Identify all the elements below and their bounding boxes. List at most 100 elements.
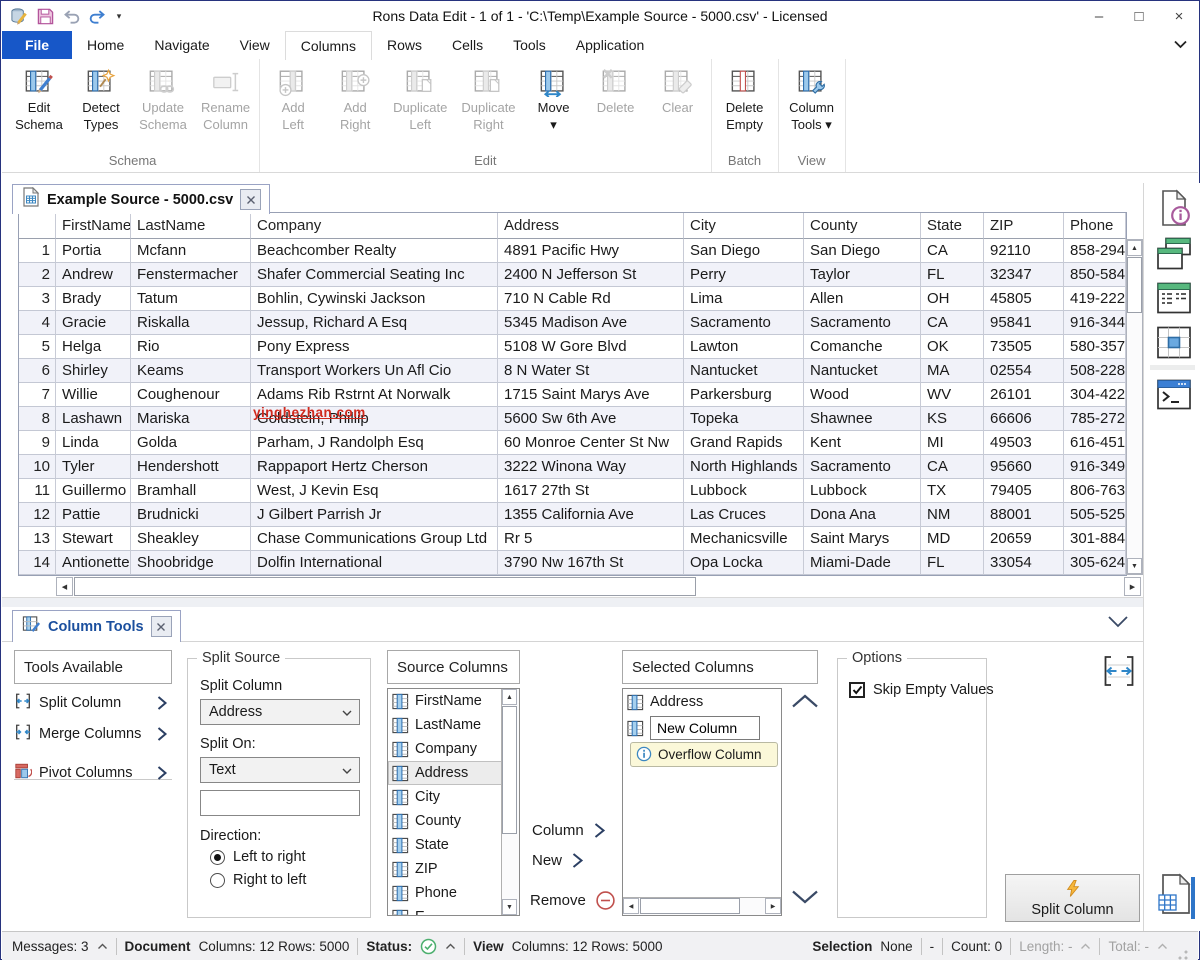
cell-state[interactable]: FL — [921, 551, 984, 575]
scroll-down-icon[interactable]: ▼ — [502, 899, 517, 915]
overflow-column-pill[interactable]: Overflow Column — [630, 742, 778, 767]
list-details-icon[interactable] — [1155, 279, 1193, 317]
row-number[interactable]: 13 — [19, 527, 56, 551]
cell-zip[interactable]: 20659 — [984, 527, 1064, 551]
cell-phone[interactable]: 580-357 — [1064, 335, 1126, 359]
tab-columns[interactable]: Columns — [285, 31, 372, 60]
cell-phone[interactable]: 785-272 — [1064, 407, 1126, 431]
source-column-item[interactable]: County — [388, 809, 519, 833]
column-header-address[interactable]: Address — [498, 213, 684, 239]
cell-state[interactable]: CA — [921, 239, 984, 263]
length-expand-icon[interactable] — [1080, 943, 1091, 950]
cell-phone[interactable]: 419-222 — [1064, 287, 1126, 311]
remove-button[interactable]: Remove — [530, 890, 616, 911]
cell-company[interactable]: Jessup, Richard A Esq — [251, 311, 498, 335]
cell-address[interactable]: 2400 N Jefferson St — [498, 263, 684, 287]
row-number[interactable]: 12 — [19, 503, 56, 527]
column-header-county[interactable]: County — [804, 213, 921, 239]
cell-address[interactable]: 4891 Pacific Hwy — [498, 239, 684, 263]
cell-county[interactable]: Wood — [804, 383, 921, 407]
cell-city[interactable]: Opa Locka — [684, 551, 804, 575]
column-tools-tab[interactable]: Column Tools — [12, 610, 181, 642]
cell-address[interactable]: 1715 Saint Marys Ave — [498, 383, 684, 407]
cell-phone[interactable]: 305-624 — [1064, 551, 1126, 575]
cell-address[interactable]: Rr 5 — [498, 527, 684, 551]
move-down-icon[interactable] — [790, 888, 820, 906]
cell-company[interactable]: Beachcomber Realty — [251, 239, 498, 263]
tab-tools[interactable]: Tools — [498, 31, 561, 59]
cell-firstname[interactable]: Linda — [56, 431, 131, 455]
cell-zip[interactable]: 45805 — [984, 287, 1064, 311]
cell-zip[interactable]: 26101 — [984, 383, 1064, 407]
cell-city[interactable]: North Highlands — [684, 455, 804, 479]
grid-horizontal-scrollbar[interactable]: ◀ ▶ — [19, 577, 1143, 597]
cell-lastname[interactable]: Coughenour — [131, 383, 251, 407]
new-column-item[interactable] — [623, 715, 781, 741]
scroll-right-icon[interactable]: ▶ — [1124, 577, 1141, 596]
cell-city[interactable]: Nantucket — [684, 359, 804, 383]
cell-company[interactable]: Chase Communications Group Ltd — [251, 527, 498, 551]
scroll-right-icon[interactable]: ▶ — [765, 898, 781, 914]
cell-lastname[interactable]: Golda — [131, 431, 251, 455]
split-column-button[interactable]: Split Column — [1005, 874, 1140, 922]
cell-firstname[interactable]: Stewart — [56, 527, 131, 551]
radio-left-to-right[interactable]: Left to right — [210, 849, 306, 865]
cell-state[interactable]: CA — [921, 455, 984, 479]
merge-columns-tool[interactable]: Merge Columns — [14, 721, 172, 747]
cell-state[interactable]: KS — [921, 407, 984, 431]
cell-county[interactable]: Sacramento — [804, 455, 921, 479]
redo-icon[interactable] — [87, 6, 107, 26]
cell-company[interactable]: Dolfin International — [251, 551, 498, 575]
cell-company[interactable]: Parham, J Randolph Esq — [251, 431, 498, 455]
row-number[interactable]: 10 — [19, 455, 56, 479]
cascade-windows-icon[interactable] — [1155, 235, 1193, 273]
cell-lastname[interactable]: Fenstermacher — [131, 263, 251, 287]
delete-empty-button[interactable]: Delete Empty — [714, 61, 776, 134]
source-column-item[interactable]: FirstName — [388, 689, 519, 713]
row-number[interactable]: 11 — [19, 479, 56, 503]
column-header-zip[interactable]: ZIP — [984, 213, 1064, 239]
cell-company[interactable]: Pony Express — [251, 335, 498, 359]
cell-company[interactable]: Rappaport Hertz Cherson — [251, 455, 498, 479]
cell-state[interactable]: TX — [921, 479, 984, 503]
resize-grip[interactable] — [1178, 950, 1188, 960]
column-tools-close-icon[interactable] — [151, 616, 172, 637]
move-button[interactable]: Move ▾ — [523, 61, 585, 134]
cell-city[interactable]: Sacramento — [684, 311, 804, 335]
source-list-scrollbar[interactable]: ▲ ▼ — [501, 689, 519, 915]
cell-lastname[interactable]: Brudnicki — [131, 503, 251, 527]
cell-city[interactable]: Lubbock — [684, 479, 804, 503]
cell-phone[interactable]: 505-525 — [1064, 503, 1126, 527]
cell-firstname[interactable]: Helga — [56, 335, 131, 359]
column-header-firstname[interactable]: FirstName — [56, 213, 131, 239]
cell-county[interactable]: Saint Marys — [804, 527, 921, 551]
column-header-lastname[interactable]: LastName — [131, 213, 251, 239]
cell-company[interactable]: J Gilbert Parrish Jr — [251, 503, 498, 527]
row-number[interactable]: 8 — [19, 407, 56, 431]
radio-right-to-left[interactable]: Right to left — [210, 872, 306, 888]
cell-lastname[interactable]: Rio — [131, 335, 251, 359]
cell-county[interactable]: Dona Ana — [804, 503, 921, 527]
tab-view[interactable]: View — [225, 31, 285, 59]
grid-view-icon[interactable] — [1155, 323, 1193, 361]
source-column-item[interactable]: E — [388, 905, 519, 916]
cell-lastname[interactable]: Keams — [131, 359, 251, 383]
row-number[interactable]: 2 — [19, 263, 56, 287]
cell-phone[interactable]: 858-294 — [1064, 239, 1126, 263]
row-number[interactable]: 9 — [19, 431, 56, 455]
ribbon-collapse-icon[interactable] — [1173, 39, 1188, 49]
cell-state[interactable]: OH — [921, 287, 984, 311]
selected-list-scrollbar[interactable]: ◀ ▶ — [623, 897, 781, 915]
cell-state[interactable]: CA — [921, 311, 984, 335]
cell-zip[interactable]: 66606 — [984, 407, 1064, 431]
cell-county[interactable]: Lubbock — [804, 479, 921, 503]
cell-city[interactable]: San Diego — [684, 239, 804, 263]
document-tab-close-icon[interactable] — [240, 189, 261, 210]
cell-lastname[interactable]: Sheakley — [131, 527, 251, 551]
tab-rows[interactable]: Rows — [372, 31, 437, 59]
tab-application[interactable]: Application — [561, 31, 660, 59]
cell-city[interactable]: Las Cruces — [684, 503, 804, 527]
cell-firstname[interactable]: Pattie — [56, 503, 131, 527]
scroll-up-icon[interactable]: ▲ — [502, 689, 517, 705]
maximize-button[interactable]: □ — [1119, 2, 1159, 30]
